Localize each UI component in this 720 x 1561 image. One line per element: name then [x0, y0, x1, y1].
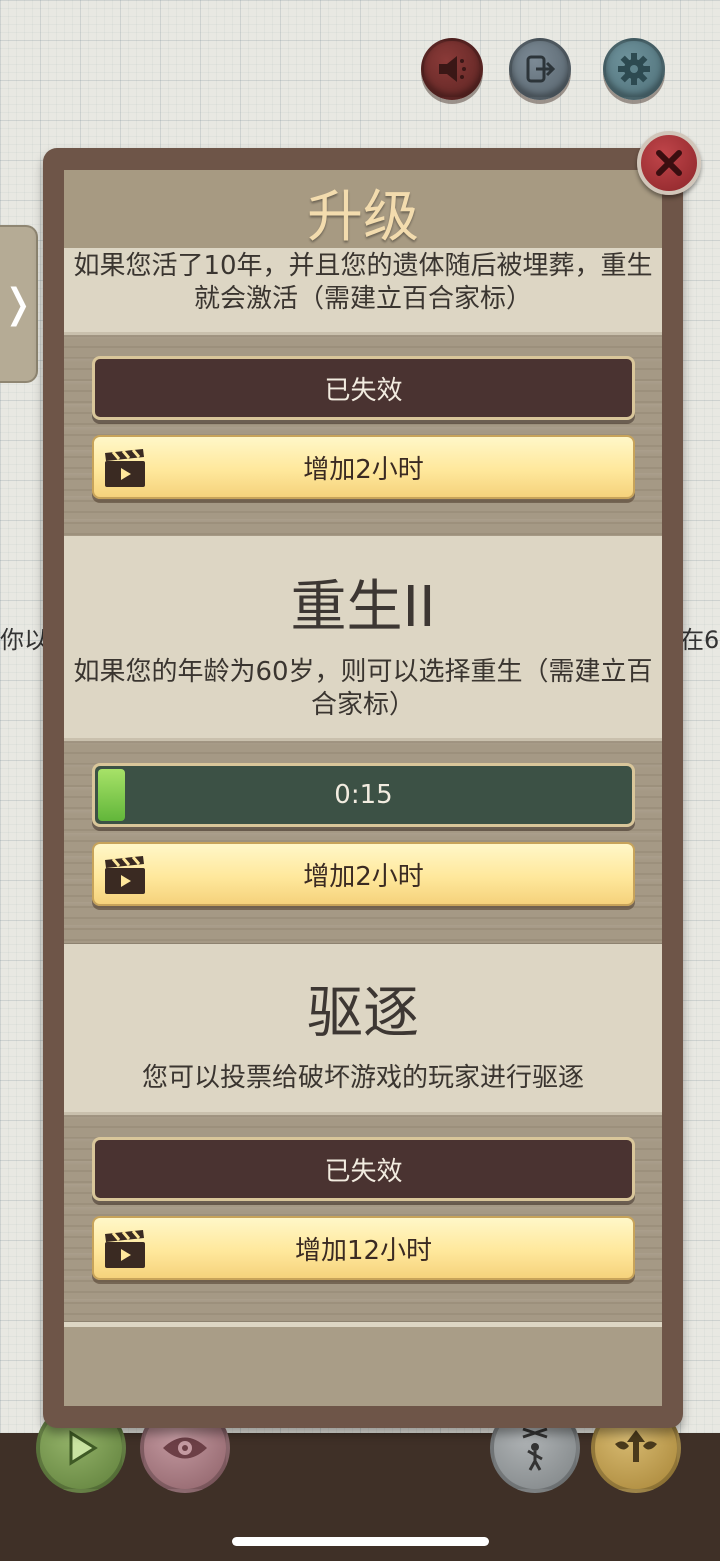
watch-ad-label: 增加2小时 — [303, 454, 424, 485]
clapperboard-icon — [105, 1230, 145, 1268]
watch-ad-button[interactable]: 增加2小时 — [92, 435, 635, 499]
section-description: 如果您的年龄为60岁，则可以选择重生（需建立百合家标） — [73, 657, 653, 720]
sound-button[interactable] — [421, 38, 483, 100]
side-panel-tab[interactable]: ❭ — [0, 225, 38, 383]
background-text-right: 在6 — [680, 626, 720, 654]
dialog-title: 升级 — [307, 185, 419, 250]
background-text-left: 你以 — [0, 626, 48, 654]
upgrade-dialog: 升级 如果您活了10年，并且您的遗体随后被埋葬，重生就会激活（需建立百合家标） … — [64, 170, 662, 1406]
rebirth-progress-bar: 0:15 — [92, 763, 635, 827]
progress-label: 0:15 — [334, 780, 393, 810]
gear-icon — [618, 53, 650, 85]
winged-arrow-icon — [615, 1430, 657, 1462]
clapperboard-icon — [105, 449, 145, 487]
close-button[interactable] — [637, 131, 701, 195]
watch-ad-button[interactable]: 增加12小时 — [92, 1216, 635, 1280]
section-title: 驱逐 — [307, 981, 419, 1046]
exit-icon — [526, 55, 556, 83]
exit-button[interactable] — [509, 38, 571, 100]
puppet-icon — [522, 1427, 548, 1471]
status-button[interactable]: 已失效 — [92, 356, 635, 420]
eye-icon — [163, 1437, 207, 1459]
section-description: 如果您活了10年，并且您的遗体随后被埋葬，重生就会激活（需建立百合家标） — [73, 251, 653, 314]
watch-ad-label: 增加2小时 — [303, 861, 424, 892]
progress-fill — [98, 769, 125, 821]
speaker-icon — [439, 56, 466, 82]
clapperboard-icon — [105, 856, 145, 894]
play-icon — [69, 1430, 98, 1466]
section-description: 您可以投票给破坏游戏的玩家进行驱逐 — [141, 1063, 584, 1093]
watch-ad-button[interactable]: 增加2小时 — [92, 842, 635, 906]
watch-ad-label: 增加12小时 — [294, 1235, 433, 1266]
chevron-right-icon: ❭ — [1, 281, 35, 327]
home-indicator — [232, 1537, 489, 1546]
section-title: 重生II — [290, 575, 436, 640]
close-icon — [656, 150, 682, 176]
settings-button[interactable] — [603, 38, 665, 100]
status-button[interactable]: 已失效 — [92, 1137, 635, 1201]
